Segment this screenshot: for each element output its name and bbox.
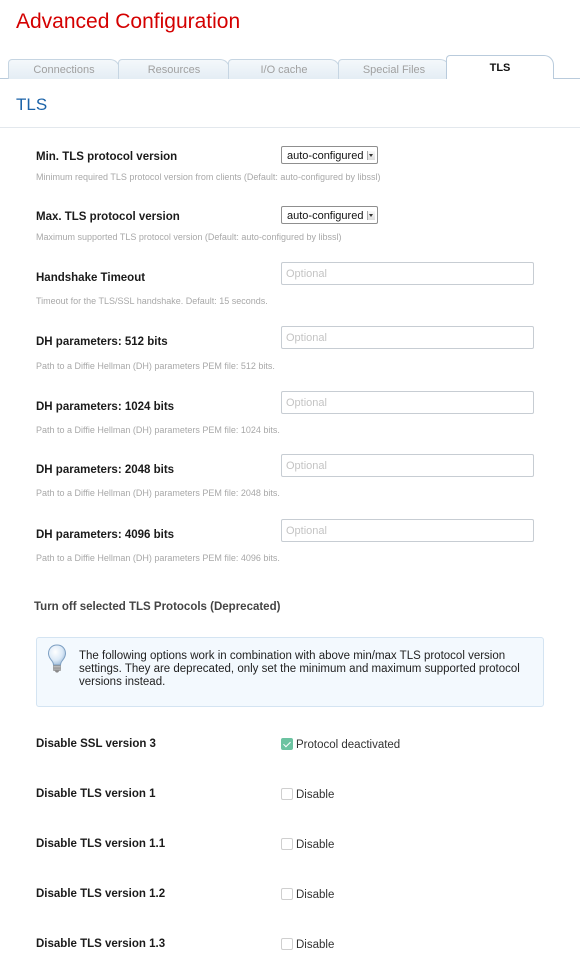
page-title: Advanced Configuration — [16, 10, 241, 33]
tab-tls[interactable]: TLS — [446, 55, 554, 79]
disable-tls11-checkbox[interactable] — [281, 838, 293, 850]
tab-resources[interactable]: Resources — [118, 59, 230, 79]
tab-special-files[interactable]: Special Files — [338, 59, 450, 79]
checkbox-label: Disable TLS version 1.2 — [36, 888, 166, 900]
checkbox-label: Disable TLS version 1.3 — [36, 938, 166, 950]
field-description: Maximum supported TLS protocol version (… — [36, 232, 342, 242]
section-title: TLS — [16, 95, 48, 114]
chevron-down-icon — [367, 151, 376, 160]
checkbox-label: Disable TLS version 1.1 — [36, 838, 166, 850]
checkbox-text[interactable]: Disable — [296, 839, 334, 851]
field-label: DH parameters: 512 bits — [36, 336, 168, 348]
deprecated-heading: Turn off selected TLS Protocols (Depreca… — [34, 601, 281, 613]
field-description: Path to a Diffie Hellman (DH) parameters… — [36, 361, 275, 371]
field-description: Minimum required TLS protocol version fr… — [36, 172, 381, 182]
field-description: Timeout for the TLS/SSL handshake. Defau… — [36, 296, 268, 306]
note-text: The following options work in combinatio… — [79, 650, 520, 688]
section-divider — [0, 127, 580, 128]
checkbox-text[interactable]: Disable — [296, 889, 334, 901]
field-description: Path to a Diffie Hellman (DH) parameters… — [36, 553, 280, 563]
disable-tls12-checkbox[interactable] — [281, 888, 293, 900]
disable-tls1-checkbox[interactable] — [281, 788, 293, 800]
checkbox-label: Disable TLS version 1 — [36, 788, 156, 800]
tab-bar: Connections Resources I/O cache Special … — [0, 55, 580, 79]
select-value: auto-configured — [287, 210, 364, 222]
checkbox-label: Disable SSL version 3 — [36, 738, 156, 750]
handshake-timeout-input[interactable] — [281, 262, 534, 285]
max-tls-version-select[interactable]: auto-configured — [281, 206, 379, 224]
field-description: Path to a Diffie Hellman (DH) parameters… — [36, 488, 280, 498]
tab-connections[interactable]: Connections — [8, 59, 120, 79]
field-label: Max. TLS protocol version — [36, 211, 180, 223]
disable-tls13-checkbox[interactable] — [281, 938, 293, 950]
disable-ssl3-row: Disable SSL version 3 Protocol deactivat… — [36, 738, 546, 754]
chevron-down-icon — [367, 211, 376, 220]
deprecation-note: The following options work in combinatio… — [36, 637, 544, 707]
field-label: DH parameters: 1024 bits — [36, 401, 175, 413]
checkbox-text[interactable]: Disable — [296, 939, 334, 951]
min-tls-version-select[interactable]: auto-configured — [281, 146, 379, 164]
tab-io-cache[interactable]: I/O cache — [228, 59, 340, 79]
field-description: Path to a Diffie Hellman (DH) parameters… — [36, 425, 280, 435]
dh-1024-input[interactable] — [281, 391, 534, 414]
field-label: Min. TLS protocol version — [36, 151, 178, 163]
disable-ssl3-checkbox[interactable] — [281, 738, 293, 750]
disable-tls12-row: Disable TLS version 1.2 Disable — [36, 888, 546, 904]
field-label: DH parameters: 2048 bits — [36, 464, 175, 476]
dh-512-input[interactable] — [281, 326, 534, 349]
field-label: DH parameters: 4096 bits — [36, 529, 175, 541]
select-value: auto-configured — [287, 150, 364, 162]
dh-4096-input[interactable] — [281, 519, 534, 542]
dh-2048-input[interactable] — [281, 454, 534, 477]
checkbox-text[interactable]: Protocol deactivated — [296, 739, 400, 751]
lightbulb-icon — [47, 644, 67, 674]
field-label: Handshake Timeout — [36, 272, 146, 284]
disable-tls1-row: Disable TLS version 1 Disable — [36, 788, 546, 804]
checkbox-text[interactable]: Disable — [296, 789, 334, 801]
disable-tls11-row: Disable TLS version 1.1 Disable — [36, 838, 546, 854]
disable-tls13-row: Disable TLS version 1.3 Disable — [36, 938, 546, 954]
